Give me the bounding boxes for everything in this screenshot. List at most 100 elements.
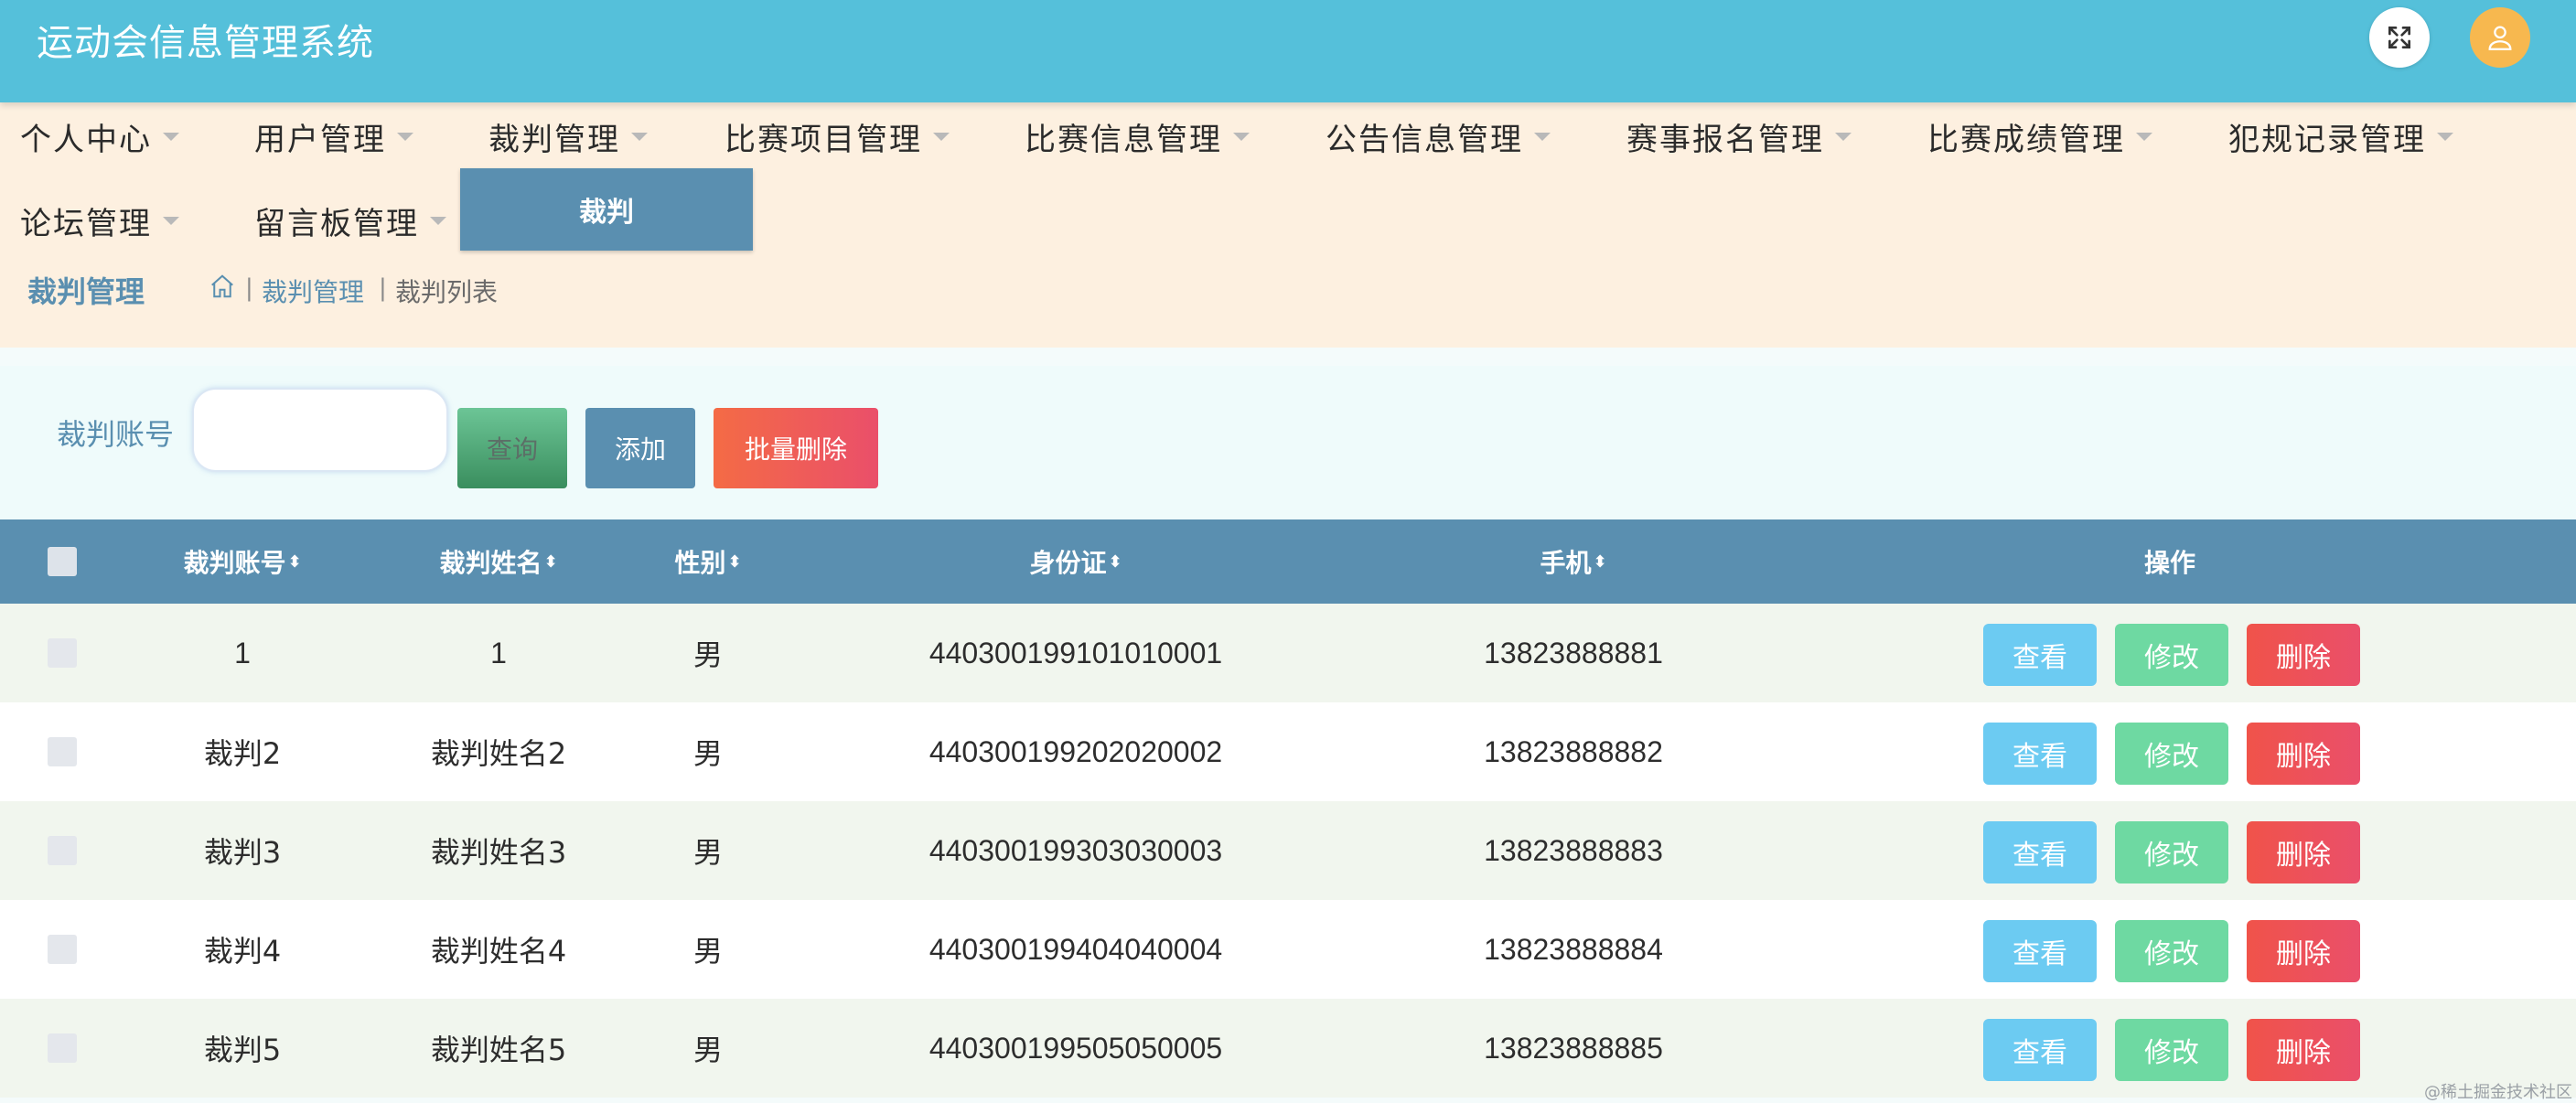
cell-gender: 男	[692, 1033, 723, 1067]
table-row: 裁判2 裁判姓名2 男 440300199202020002 138238888…	[0, 702, 2576, 801]
caret-down-icon	[631, 132, 648, 141]
nav-item-user-management[interactable]: 用户管理	[254, 106, 413, 166]
view-button[interactable]: 查看	[1983, 1019, 2097, 1081]
delete-button[interactable]: 删除	[2247, 821, 2360, 883]
caret-down-icon	[1835, 132, 1852, 141]
batch-delete-button[interactable]: 批量删除	[714, 408, 878, 488]
breadcrumb-link-referee-management[interactable]: 裁判管理	[262, 273, 364, 309]
referee-account-input[interactable]	[192, 388, 448, 472]
row-checkbox[interactable]	[48, 1033, 77, 1063]
nav-item-message-board-management[interactable]: 留言板管理	[254, 190, 446, 251]
cell-account: 1	[234, 636, 251, 669]
nav-item-label: 论坛管理	[20, 205, 152, 242]
nav-item-label: 个人中心	[20, 121, 152, 158]
cell-gender: 男	[692, 934, 723, 969]
nav-item-label: 比赛项目管理	[724, 121, 922, 158]
breadcrumb-bar	[0, 256, 2576, 348]
table-row: 1 1 男 440300199101010001 13823888881 查看 …	[0, 604, 2576, 702]
row-checkbox[interactable]	[48, 935, 77, 964]
edit-button[interactable]: 修改	[2115, 723, 2228, 785]
nav-item-foul-record-management[interactable]: 犯规记录管理	[2228, 106, 2453, 166]
cell-account: 裁判2	[203, 736, 282, 771]
nav-item-label: 赛事报名管理	[1626, 121, 1824, 158]
fullscreen-icon	[2388, 27, 2410, 48]
sort-icon: ⬍	[1108, 552, 1122, 572]
caret-down-icon	[2136, 132, 2152, 141]
column-header-id-card[interactable]: 身份证 ⬍	[966, 519, 1186, 604]
caret-down-icon	[163, 216, 179, 225]
query-button[interactable]: 查询	[457, 408, 567, 488]
column-header-label: 手机	[1540, 548, 1592, 578]
nav-item-notice-management[interactable]: 公告信息管理	[1326, 106, 1551, 166]
table-row: 裁判5 裁判姓名5 男 440300199505050005 138238888…	[0, 999, 2576, 1098]
cell-name: 裁判姓名4	[430, 934, 567, 969]
nav-item-score-management[interactable]: 比赛成绩管理	[1927, 106, 2152, 166]
row-checkbox[interactable]	[48, 638, 77, 668]
cell-name: 1	[490, 636, 507, 669]
view-button[interactable]: 查看	[1983, 920, 2097, 982]
nav-item-forum-management[interactable]: 论坛管理	[20, 190, 179, 251]
breadcrumb-separator: |	[245, 274, 253, 302]
table-header: 裁判账号 ⬍ 裁判姓名 ⬍ 性别 ⬍ 身份证 ⬍ 手机 ⬍ 操作	[0, 519, 2576, 604]
breadcrumb-home[interactable]	[209, 273, 236, 304]
fullscreen-button[interactable]	[2369, 7, 2430, 68]
app-title: 运动会信息管理系统	[37, 22, 374, 64]
nav-item-label: 留言板管理	[254, 205, 419, 242]
nav-item-registration-management[interactable]: 赛事报名管理	[1626, 106, 1852, 166]
view-button[interactable]: 查看	[1983, 723, 2097, 785]
nav-item-label: 公告信息管理	[1326, 121, 1523, 158]
column-header-phone[interactable]: 手机 ⬍	[1464, 519, 1683, 604]
cell-name: 裁判姓名5	[430, 1033, 567, 1067]
sort-icon: ⬍	[287, 552, 302, 572]
main-nav: 个人中心 用户管理 裁判管理 比赛项目管理 比赛信息管理 公告信息管理 赛事报名…	[0, 102, 2576, 256]
select-all-checkbox[interactable]	[48, 547, 77, 576]
column-header-label: 身份证	[1029, 548, 1107, 578]
nav-item-event-project-management[interactable]: 比赛项目管理	[724, 106, 950, 166]
caret-down-icon	[163, 132, 179, 141]
delete-button[interactable]: 删除	[2247, 1019, 2360, 1081]
edit-button[interactable]: 修改	[2115, 1019, 2228, 1081]
user-avatar-button[interactable]	[2470, 7, 2530, 68]
caret-down-icon	[933, 132, 950, 141]
delete-button[interactable]: 删除	[2247, 723, 2360, 785]
page-title: 裁判管理	[27, 274, 145, 309]
cell-account: 裁判4	[203, 934, 282, 969]
cell-id-card: 440300199303030003	[928, 833, 1223, 867]
column-header-account[interactable]: 裁判账号 ⬍	[165, 519, 320, 604]
cell-id-card: 440300199101010001	[928, 636, 1223, 669]
submenu-referee[interactable]: 裁判	[460, 168, 753, 251]
edit-button[interactable]: 修改	[2115, 821, 2228, 883]
caret-down-icon	[430, 216, 446, 225]
nav-item-match-info-management[interactable]: 比赛信息管理	[1025, 106, 1250, 166]
column-header-name[interactable]: 裁判姓名 ⬍	[421, 519, 576, 604]
cell-account: 裁判3	[203, 835, 282, 870]
cell-phone: 13823888882	[1484, 734, 1663, 768]
delete-button[interactable]: 删除	[2247, 624, 2360, 686]
nav-item-label: 裁判管理	[488, 121, 620, 158]
cell-name: 裁判姓名2	[430, 736, 567, 771]
sort-icon: ⬍	[1593, 552, 1607, 572]
nav-item-label: 比赛成绩管理	[1927, 121, 2125, 158]
caret-down-icon	[397, 132, 413, 141]
sort-icon: ⬍	[727, 552, 742, 572]
edit-button[interactable]: 修改	[2115, 920, 2228, 982]
delete-button[interactable]: 删除	[2247, 920, 2360, 982]
row-checkbox[interactable]	[48, 737, 77, 766]
nav-item-personal-center[interactable]: 个人中心	[20, 106, 179, 166]
column-header-label: 裁判账号	[183, 548, 286, 578]
view-button[interactable]: 查看	[1983, 821, 2097, 883]
column-header-gender[interactable]: 性别 ⬍	[653, 519, 763, 604]
row-checkbox[interactable]	[48, 836, 77, 865]
cell-phone: 13823888885	[1484, 1031, 1663, 1065]
view-button[interactable]: 查看	[1983, 624, 2097, 686]
nav-item-referee-management[interactable]: 裁判管理	[488, 106, 648, 166]
cell-id-card: 440300199505050005	[928, 1031, 1223, 1065]
nav-item-label: 用户管理	[254, 121, 386, 158]
add-button[interactable]: 添加	[585, 408, 695, 488]
cell-phone: 13823888881	[1484, 636, 1663, 669]
cell-id-card: 440300199404040004	[928, 932, 1223, 966]
table-row: 裁判4 裁判姓名4 男 440300199404040004 138238888…	[0, 900, 2576, 999]
column-header-label: 裁判姓名	[439, 548, 542, 578]
column-header-label: 操作	[2143, 548, 2195, 578]
edit-button[interactable]: 修改	[2115, 624, 2228, 686]
